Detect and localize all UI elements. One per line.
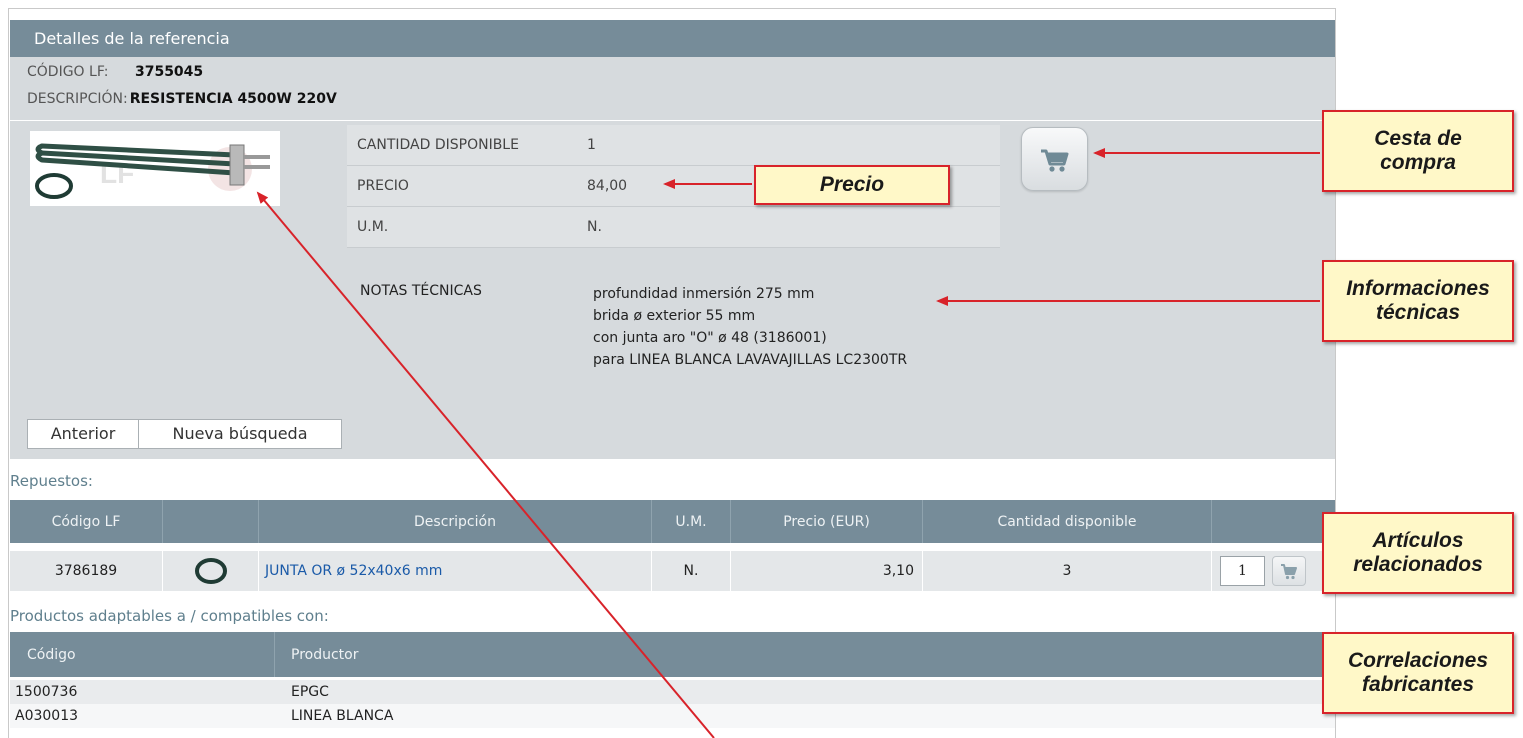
quantity-input[interactable]: 1 — [1220, 556, 1265, 586]
callout-cart-line2: compra — [1380, 151, 1456, 174]
um-value: N. — [577, 206, 1000, 248]
col-header-code: Código LF — [10, 500, 163, 543]
technical-notes-label: NOTAS TÉCNICAS — [360, 283, 482, 299]
spare-description-link[interactable]: JUNTA OR ø 52x40x6 mm — [259, 551, 652, 591]
price-label: PRECIO — [347, 165, 577, 207]
note-line: para LINEA BLANCA LAVAVAJILLAS LC2300TR — [593, 352, 908, 368]
col-header-actions — [1212, 500, 1335, 543]
detail-row-quantity: CANTIDAD DISPONIBLE 1 — [347, 125, 1000, 166]
col-header-producer: Productor — [291, 646, 359, 663]
callout-manufacturer-correlations: Correlaciones fabricantes — [1322, 632, 1514, 714]
code-value: 3755045 — [134, 64, 204, 80]
callout-technical-info-line1: Informaciones — [1346, 277, 1490, 300]
col-header-price: Precio (EUR) — [731, 500, 923, 543]
o-ring-gasket-icon — [194, 558, 227, 584]
spare-code: 3786189 — [10, 551, 163, 591]
col-header-description: Descripción — [259, 500, 652, 543]
spare-image — [163, 551, 259, 591]
callout-price: Precio — [754, 165, 950, 205]
callout-related-items-line1: Artículos — [1372, 529, 1464, 552]
description-value: RESISTENCIA 4500W 220V — [129, 91, 337, 107]
table-row: 1500736 EPGC — [10, 680, 1335, 704]
spare-price: 3,10 — [731, 551, 923, 591]
code-line: CÓDIGO LF: 3755045 — [27, 64, 203, 80]
note-line: brida ø exterior 55 mm — [593, 308, 756, 324]
callout-manufacturer-correlations-line2: fabricantes — [1361, 673, 1475, 696]
compatible-producer: EPGC — [291, 684, 329, 700]
technical-notes: profundidad inmersión 275 mm brida ø ext… — [593, 283, 907, 371]
um-label: U.M. — [347, 206, 577, 248]
new-search-button[interactable]: Nueva búsqueda — [138, 419, 342, 449]
col-header-available: Cantidad disponible — [923, 500, 1212, 543]
col-header-code: Código — [10, 632, 275, 677]
page-title: Detalles de la referencia — [10, 20, 1335, 57]
detail-row-um: U.M. N. — [347, 206, 1000, 248]
reference-header: CÓDIGO LF: 3755045 DESCRIPCIÓN: RESISTENC… — [10, 57, 1335, 120]
spare-available: 3 — [923, 551, 1212, 591]
add-spare-to-cart-button[interactable] — [1272, 556, 1306, 586]
spares-table-header: Código LF Descripción U.M. Precio (EUR) … — [10, 500, 1335, 543]
table-row: A030013 LINEA BLANCA — [10, 704, 1335, 728]
compatible-title: Productos adaptables a / compatibles con… — [10, 607, 329, 625]
callout-cart-line1: Cesta de — [1374, 127, 1462, 150]
spare-um: N. — [652, 551, 731, 591]
col-header-um: U.M. — [652, 500, 731, 543]
callout-related-items: Artículos relacionados — [1322, 512, 1514, 594]
description-line: DESCRIPCIÓN: RESISTENCIA 4500W 220V — [27, 91, 337, 107]
callout-price-text: Precio — [819, 173, 885, 196]
product-panel: LF CANTIDAD DISPONIBLE 1 PRECIO 84,00 U.… — [10, 121, 1335, 459]
col-header-image — [163, 500, 259, 543]
product-image: LF — [30, 131, 280, 206]
spares-title: Repuestos: — [10, 472, 93, 490]
shopping-cart-icon — [1281, 564, 1297, 580]
callout-manufacturer-correlations-line1: Correlaciones — [1347, 649, 1489, 672]
callout-related-items-line2: relacionados — [1353, 553, 1483, 576]
quantity-label: CANTIDAD DISPONIBLE — [347, 125, 577, 166]
callout-technical-info: Informaciones técnicas — [1322, 260, 1514, 342]
note-line: con junta aro "O" ø 48 (3186001) — [593, 330, 827, 346]
shopping-cart-icon — [1041, 149, 1069, 172]
callout-cart: Cesta de compra — [1322, 110, 1514, 192]
compatible-code: A030013 — [15, 708, 79, 724]
table-row: 3786189 JUNTA OR ø 52x40x6 mm N. 3,10 3 … — [10, 551, 1335, 591]
previous-button[interactable]: Anterior — [27, 419, 139, 449]
add-to-cart-button[interactable] — [1021, 127, 1088, 191]
compatible-table-header: Código Productor — [10, 632, 1335, 677]
note-line: profundidad inmersión 275 mm — [593, 286, 815, 302]
code-label: CÓDIGO LF: — [27, 64, 109, 80]
heating-element-image: LF — [35, 143, 270, 199]
compatible-code: 1500736 — [15, 684, 78, 700]
description-label: DESCRIPCIÓN: — [27, 91, 128, 107]
quantity-value: 1 — [577, 125, 1000, 166]
compatible-producer: LINEA BLANCA — [291, 708, 394, 724]
callout-technical-info-line2: técnicas — [1375, 301, 1461, 324]
